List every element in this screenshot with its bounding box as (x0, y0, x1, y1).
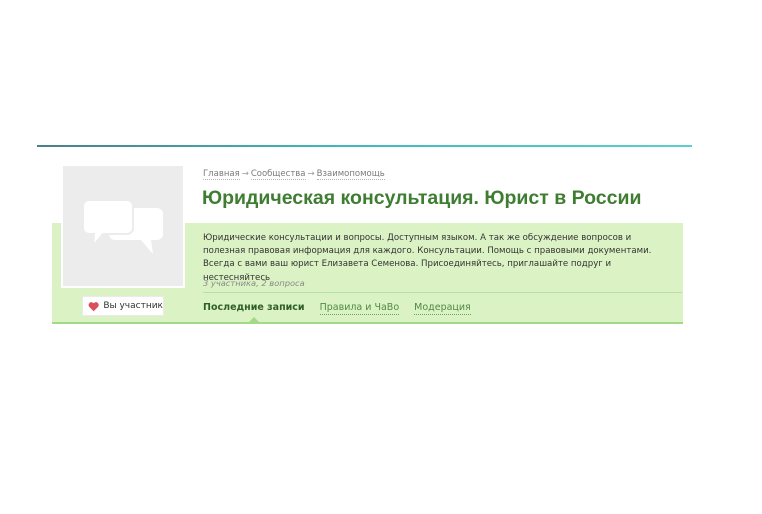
active-tab-caret (248, 317, 259, 322)
breadcrumb-separator: → (307, 169, 315, 179)
tab-latest-posts[interactable]: Последние записи (203, 302, 305, 322)
community-page: Вы участник Главная → Сообщества → Взаимопом… (0, 0, 762, 514)
tab-rules-faq[interactable]: Правила и ЧаВо (319, 302, 400, 315)
community-title: Юридическая консультация. Юрист в России (202, 187, 642, 209)
tabs-divider (203, 292, 682, 293)
heart-icon (88, 301, 99, 311)
breadcrumb: Главная → Сообщества → Взаимопомощь (203, 169, 385, 180)
member-status-button[interactable]: Вы участник (82, 296, 164, 316)
chat-bubbles-icon (82, 199, 163, 254)
community-tabs: Последние записи Правила и ЧаВо Модераци… (203, 302, 486, 322)
tab-label: Последние записи (203, 302, 305, 313)
community-stats: 3 участника, 2 вопроса (203, 278, 305, 288)
breadcrumb-mutual-help[interactable]: Взаимопомощь (316, 169, 385, 180)
community-description: Юридические консультации и вопросы. Дост… (203, 233, 652, 283)
community-avatar[interactable] (63, 166, 183, 286)
breadcrumb-communities[interactable]: Сообщества (250, 169, 306, 180)
header-divider (37, 145, 692, 147)
breadcrumb-home[interactable]: Главная (203, 169, 240, 180)
breadcrumb-separator: → (241, 169, 249, 179)
tab-moderation[interactable]: Модерация (414, 302, 471, 315)
member-status-label: Вы участник (103, 301, 163, 311)
